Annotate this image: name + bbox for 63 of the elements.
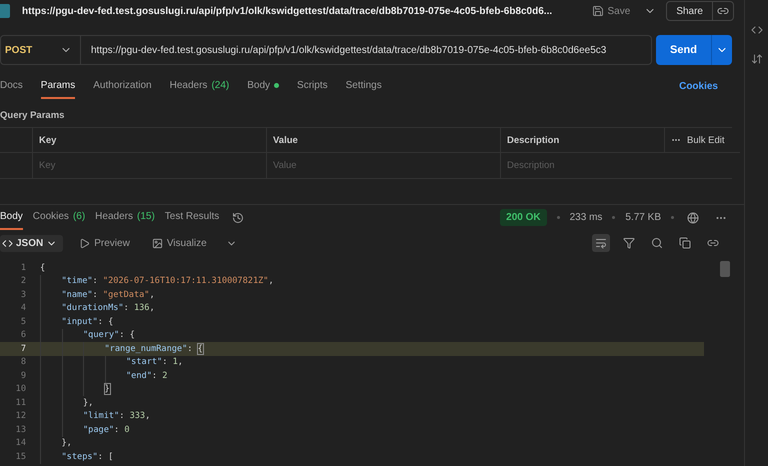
- cookies-link[interactable]: Cookies: [679, 80, 718, 92]
- request-tab[interactable]: Scripts: [297, 74, 328, 98]
- line-number: 3: [20, 290, 26, 300]
- wrap-icon[interactable]: [592, 234, 610, 252]
- request-tab[interactable]: Authorization: [93, 74, 152, 98]
- request-tab[interactable]: Body: [247, 74, 280, 98]
- response-tab[interactable]: Body: [0, 205, 23, 230]
- line-number: 9: [20, 370, 26, 381]
- request-tab[interactable]: Params: [40, 74, 76, 98]
- code-line: "durationMs": 136,: [62, 303, 155, 314]
- code-line: "range_numRange": {: [104, 344, 203, 354]
- status-badge: 200 OK: [500, 209, 547, 226]
- scrollbar-thumb[interactable]: [720, 261, 730, 277]
- response-time: 233 ms: [570, 212, 602, 223]
- line-number: 14: [14, 438, 26, 448]
- line-number: 6: [20, 330, 26, 340]
- visualize-button[interactable]: Visualize: [146, 236, 213, 250]
- response-size: 5.77 KB: [625, 212, 661, 223]
- code-line: "name": "getData",: [62, 290, 155, 300]
- format-dropdown[interactable]: JSON: [0, 234, 64, 252]
- url-field[interactable]: POST https://pgu-dev-fed.test.gosuslugi.ru/api/pfp/v1/olk/kswidgettest/data/trace/db8b7019-075e-4c05-bfeb-6b8c0d6ee5c3: [0, 35, 652, 65]
- response-tab[interactable]: Headers (15): [95, 205, 155, 230]
- code-line: },: [62, 438, 72, 448]
- line-number: 7: [20, 344, 26, 354]
- save-icon: [592, 5, 604, 17]
- section-title: Query Params: [0, 110, 66, 121]
- code-line: }: [104, 384, 110, 394]
- code-line: },: [83, 398, 94, 408]
- code-line: "input": {: [62, 316, 114, 327]
- line-number: 4: [20, 303, 26, 314]
- method-dropdown[interactable]: POST: [1, 36, 81, 64]
- line-number: 5: [20, 316, 26, 327]
- code-line: "start": 1,: [126, 357, 183, 368]
- line-number: 11: [14, 398, 26, 408]
- line-number: 8: [20, 357, 26, 368]
- line-number: 2: [20, 276, 26, 286]
- column-header: Value: [266, 128, 500, 153]
- url-text: https://pgu-dev-fed.test.gosuslugi.ru/api/pfp/v1/olk/kswidgettest/data/trace/db8b7019-075e-4c05-bfeb-6b8c0d6ee5c3: [90, 44, 606, 56]
- image-icon: [152, 238, 163, 248]
- code-line: "end": 2: [126, 370, 168, 381]
- line-number: 12: [14, 411, 26, 422]
- code-line: {: [40, 262, 46, 273]
- play-icon: [79, 238, 90, 248]
- request-tab[interactable]: Settings: [346, 74, 382, 98]
- code-line: "limit": 333,: [83, 411, 150, 422]
- code-line: "steps": [: [62, 452, 114, 462]
- code-line: "time": "2026-07-16T10:17:11.310007821Z",: [62, 276, 274, 286]
- save-button[interactable]: Save: [588, 5, 634, 17]
- bulk-edit-button[interactable]: Bulk Edit: [664, 128, 740, 153]
- request-title: https://pgu-dev-fed.test.gosuslugi.ru/api/pfp/v1/olk/kswidgettest/data/trace/db8b7019-075e-4c05-bfeb-6b8c0d6...: [22, 6, 552, 16]
- line-number: 1: [20, 262, 26, 273]
- line-number: 10: [14, 384, 26, 394]
- line-number: 13: [14, 424, 26, 435]
- response-tab[interactable]: Test Results: [164, 205, 220, 230]
- line-number: 15: [14, 452, 26, 462]
- column-header: Description: [500, 128, 664, 153]
- response-tab[interactable]: Cookies (6): [32, 205, 86, 230]
- code-line: "query": {: [83, 330, 135, 340]
- request-tab[interactable]: Docs: [0, 74, 23, 98]
- request-tab[interactable]: Headers (24): [170, 74, 230, 98]
- preview-button[interactable]: Preview: [73, 236, 136, 250]
- column-header: Key: [32, 128, 266, 153]
- code-line: "page": 0: [83, 424, 130, 435]
